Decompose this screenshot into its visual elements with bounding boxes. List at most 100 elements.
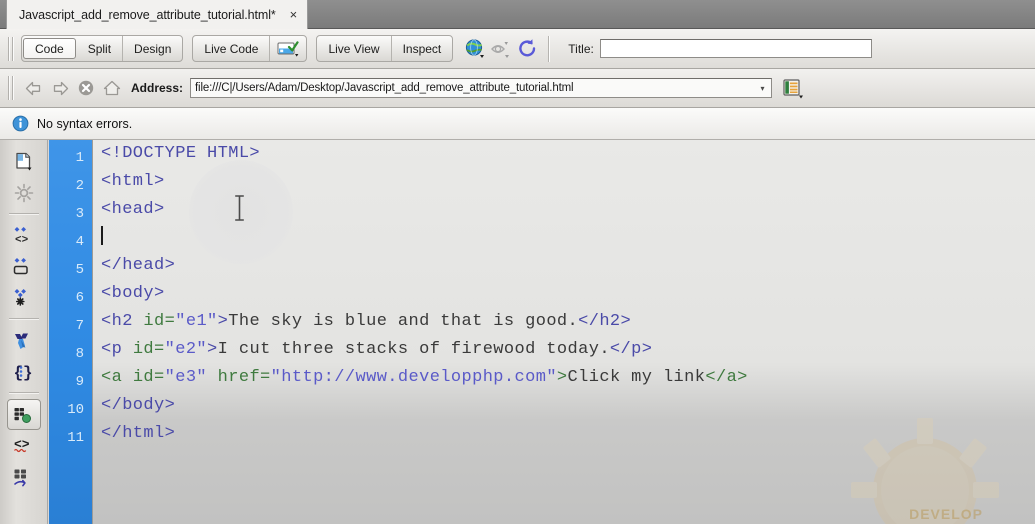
- stop-glyph: [78, 80, 94, 96]
- info-icon: [12, 115, 29, 132]
- balance-braces-icon[interactable]: { }: [7, 356, 41, 387]
- text-caret: [101, 226, 103, 245]
- open-documents-icon[interactable]: [7, 146, 41, 177]
- back-arrow-icon[interactable]: [21, 75, 47, 101]
- code-token: id=: [143, 312, 176, 331]
- show-code-navigator-icon[interactable]: [7, 177, 41, 208]
- browser-check-icon[interactable]: [270, 36, 306, 61]
- line-number: 7: [75, 318, 84, 334]
- close-icon[interactable]: ×: [290, 8, 298, 21]
- code-line[interactable]: <a id="e3" href="http://www.developphp.c…: [101, 364, 1035, 392]
- live-view-button[interactable]: Live View: [317, 36, 392, 61]
- dreamweaver-window: Javascript_add_remove_attribute_tutorial…: [0, 0, 1035, 524]
- code-token: "e2": [164, 340, 208, 359]
- code-content[interactable]: <!DOCTYPE HTML> <html> <head> </head> <body>…: [101, 140, 1035, 448]
- line-number: 8: [75, 346, 84, 362]
- code-line[interactable]: <body>: [101, 280, 1035, 308]
- svg-text:}: }: [23, 364, 33, 382]
- collapse-selection-glyph: [13, 257, 28, 274]
- file-management-icon[interactable]: [780, 76, 806, 101]
- expand-all-glyph: [14, 288, 26, 306]
- code-editor[interactable]: 1 2 3 4 5 6 7 8 9 10 11 <!DOCTYPE HTML> <…: [49, 140, 1035, 524]
- toolbar-divider: [548, 35, 551, 62]
- code-token: <head>: [101, 200, 165, 219]
- browser-check-glyph: [277, 41, 300, 57]
- code-token: "e1": [175, 312, 218, 331]
- code-token: </html>: [101, 424, 176, 443]
- design-view-button[interactable]: Design: [123, 36, 182, 61]
- home-icon[interactable]: [99, 75, 125, 101]
- code-token: <body>: [101, 284, 165, 303]
- code-token: <!DOCTYPE HTML>: [101, 144, 261, 163]
- refresh-icon[interactable]: [514, 36, 540, 61]
- code-token: >: [556, 368, 568, 387]
- line-number: 2: [75, 178, 84, 194]
- highlight-invalid-code-icon[interactable]: <>: [7, 430, 41, 461]
- chevron-down-icon[interactable]: ▾: [756, 84, 769, 93]
- code-line[interactable]: </body>: [101, 392, 1035, 420]
- code-token: "http://www.developphp.com": [270, 368, 557, 387]
- apply-comment-icon[interactable]: [7, 461, 41, 492]
- globe-preview-icon[interactable]: [462, 36, 488, 61]
- apply-comment-glyph: [13, 469, 26, 486]
- live-code-button[interactable]: Live Code: [193, 36, 271, 61]
- document-tab-bar: Javascript_add_remove_attribute_tutorial…: [0, 0, 1035, 29]
- forward-arrow-icon[interactable]: [47, 75, 73, 101]
- address-label: Address:: [131, 81, 184, 95]
- code-token: The sky is blue and that is good.: [228, 312, 579, 331]
- address-value: file:///C|/Users/Adam/Desktop/Javascript…: [195, 82, 574, 94]
- document-tab-label: Javascript_add_remove_attribute_tutorial…: [19, 7, 276, 22]
- browser-navigation-bar: Address: file:///C|/Users/Adam/Desktop/J…: [0, 69, 1035, 108]
- code-token: >: [217, 312, 229, 331]
- code-token: id=: [132, 368, 165, 387]
- svg-text:<>: <>: [15, 234, 29, 246]
- code-token: </p>: [609, 340, 653, 359]
- code-line[interactable]: </html>: [101, 420, 1035, 448]
- back-arrow-glyph: [25, 81, 41, 95]
- coding-toolbar: <> {} <>: [0, 140, 48, 524]
- code-line[interactable]: <html>: [101, 168, 1035, 196]
- live-code-group: Live Code: [192, 35, 308, 62]
- visual-aids-glyph: [491, 41, 510, 58]
- line-numbers-glyph: [14, 407, 31, 423]
- highlight-invalid-code-glyph: <>: [13, 437, 29, 452]
- line-number: 10: [67, 402, 84, 418]
- line-number: 3: [75, 206, 84, 222]
- toolbar-grip[interactable]: [8, 36, 15, 61]
- inspect-button[interactable]: Inspect: [392, 36, 453, 61]
- addressbar-grip[interactable]: [8, 76, 15, 100]
- stop-icon[interactable]: [73, 75, 99, 101]
- globe-glyph: [465, 39, 484, 58]
- split-view-button[interactable]: Split: [77, 36, 124, 61]
- code-token: "e3": [164, 368, 208, 387]
- select-parent-tag-icon[interactable]: [7, 325, 41, 356]
- line-number: 5: [75, 262, 84, 278]
- code-line[interactable]: <p id="e2">I cut three stacks of firewoo…: [101, 336, 1035, 364]
- select-parent-tag-glyph: [14, 333, 28, 349]
- coding-toolbar-divider-2: [8, 318, 39, 320]
- code-line[interactable]: <h2 id="e1">The sky is blue and that is …: [101, 308, 1035, 336]
- line-number: 1: [75, 150, 84, 166]
- collapse-full-tag-glyph: <>: [14, 226, 29, 246]
- coding-toolbar-divider: [8, 213, 39, 215]
- view-mode-group: Code Split Design: [21, 35, 184, 62]
- document-tab[interactable]: Javascript_add_remove_attribute_tutorial…: [6, 0, 309, 29]
- collapse-full-tag-icon[interactable]: <>: [7, 220, 41, 251]
- code-view-button[interactable]: Code: [23, 38, 76, 59]
- code-line[interactable]: <!DOCTYPE HTML>: [101, 140, 1035, 168]
- code-line[interactable]: </head>: [101, 252, 1035, 280]
- line-number: 11: [67, 430, 84, 446]
- code-token: <html>: [101, 172, 165, 191]
- code-line[interactable]: [101, 224, 1035, 252]
- expand-all-icon[interactable]: [7, 282, 41, 313]
- code-token: id=: [132, 340, 165, 359]
- visual-aids-icon[interactable]: [488, 36, 514, 61]
- balance-braces-glyph: { }: [13, 364, 33, 382]
- code-line[interactable]: <head>: [101, 196, 1035, 224]
- title-input[interactable]: [599, 39, 872, 58]
- address-input[interactable]: file:///C|/Users/Adam/Desktop/Javascript…: [190, 78, 773, 98]
- collapse-selection-icon[interactable]: [7, 251, 41, 282]
- code-token: </h2>: [578, 312, 632, 331]
- line-numbers-icon[interactable]: [6, 399, 41, 430]
- line-number-gutter: 1 2 3 4 5 6 7 8 9 10 11: [49, 140, 93, 524]
